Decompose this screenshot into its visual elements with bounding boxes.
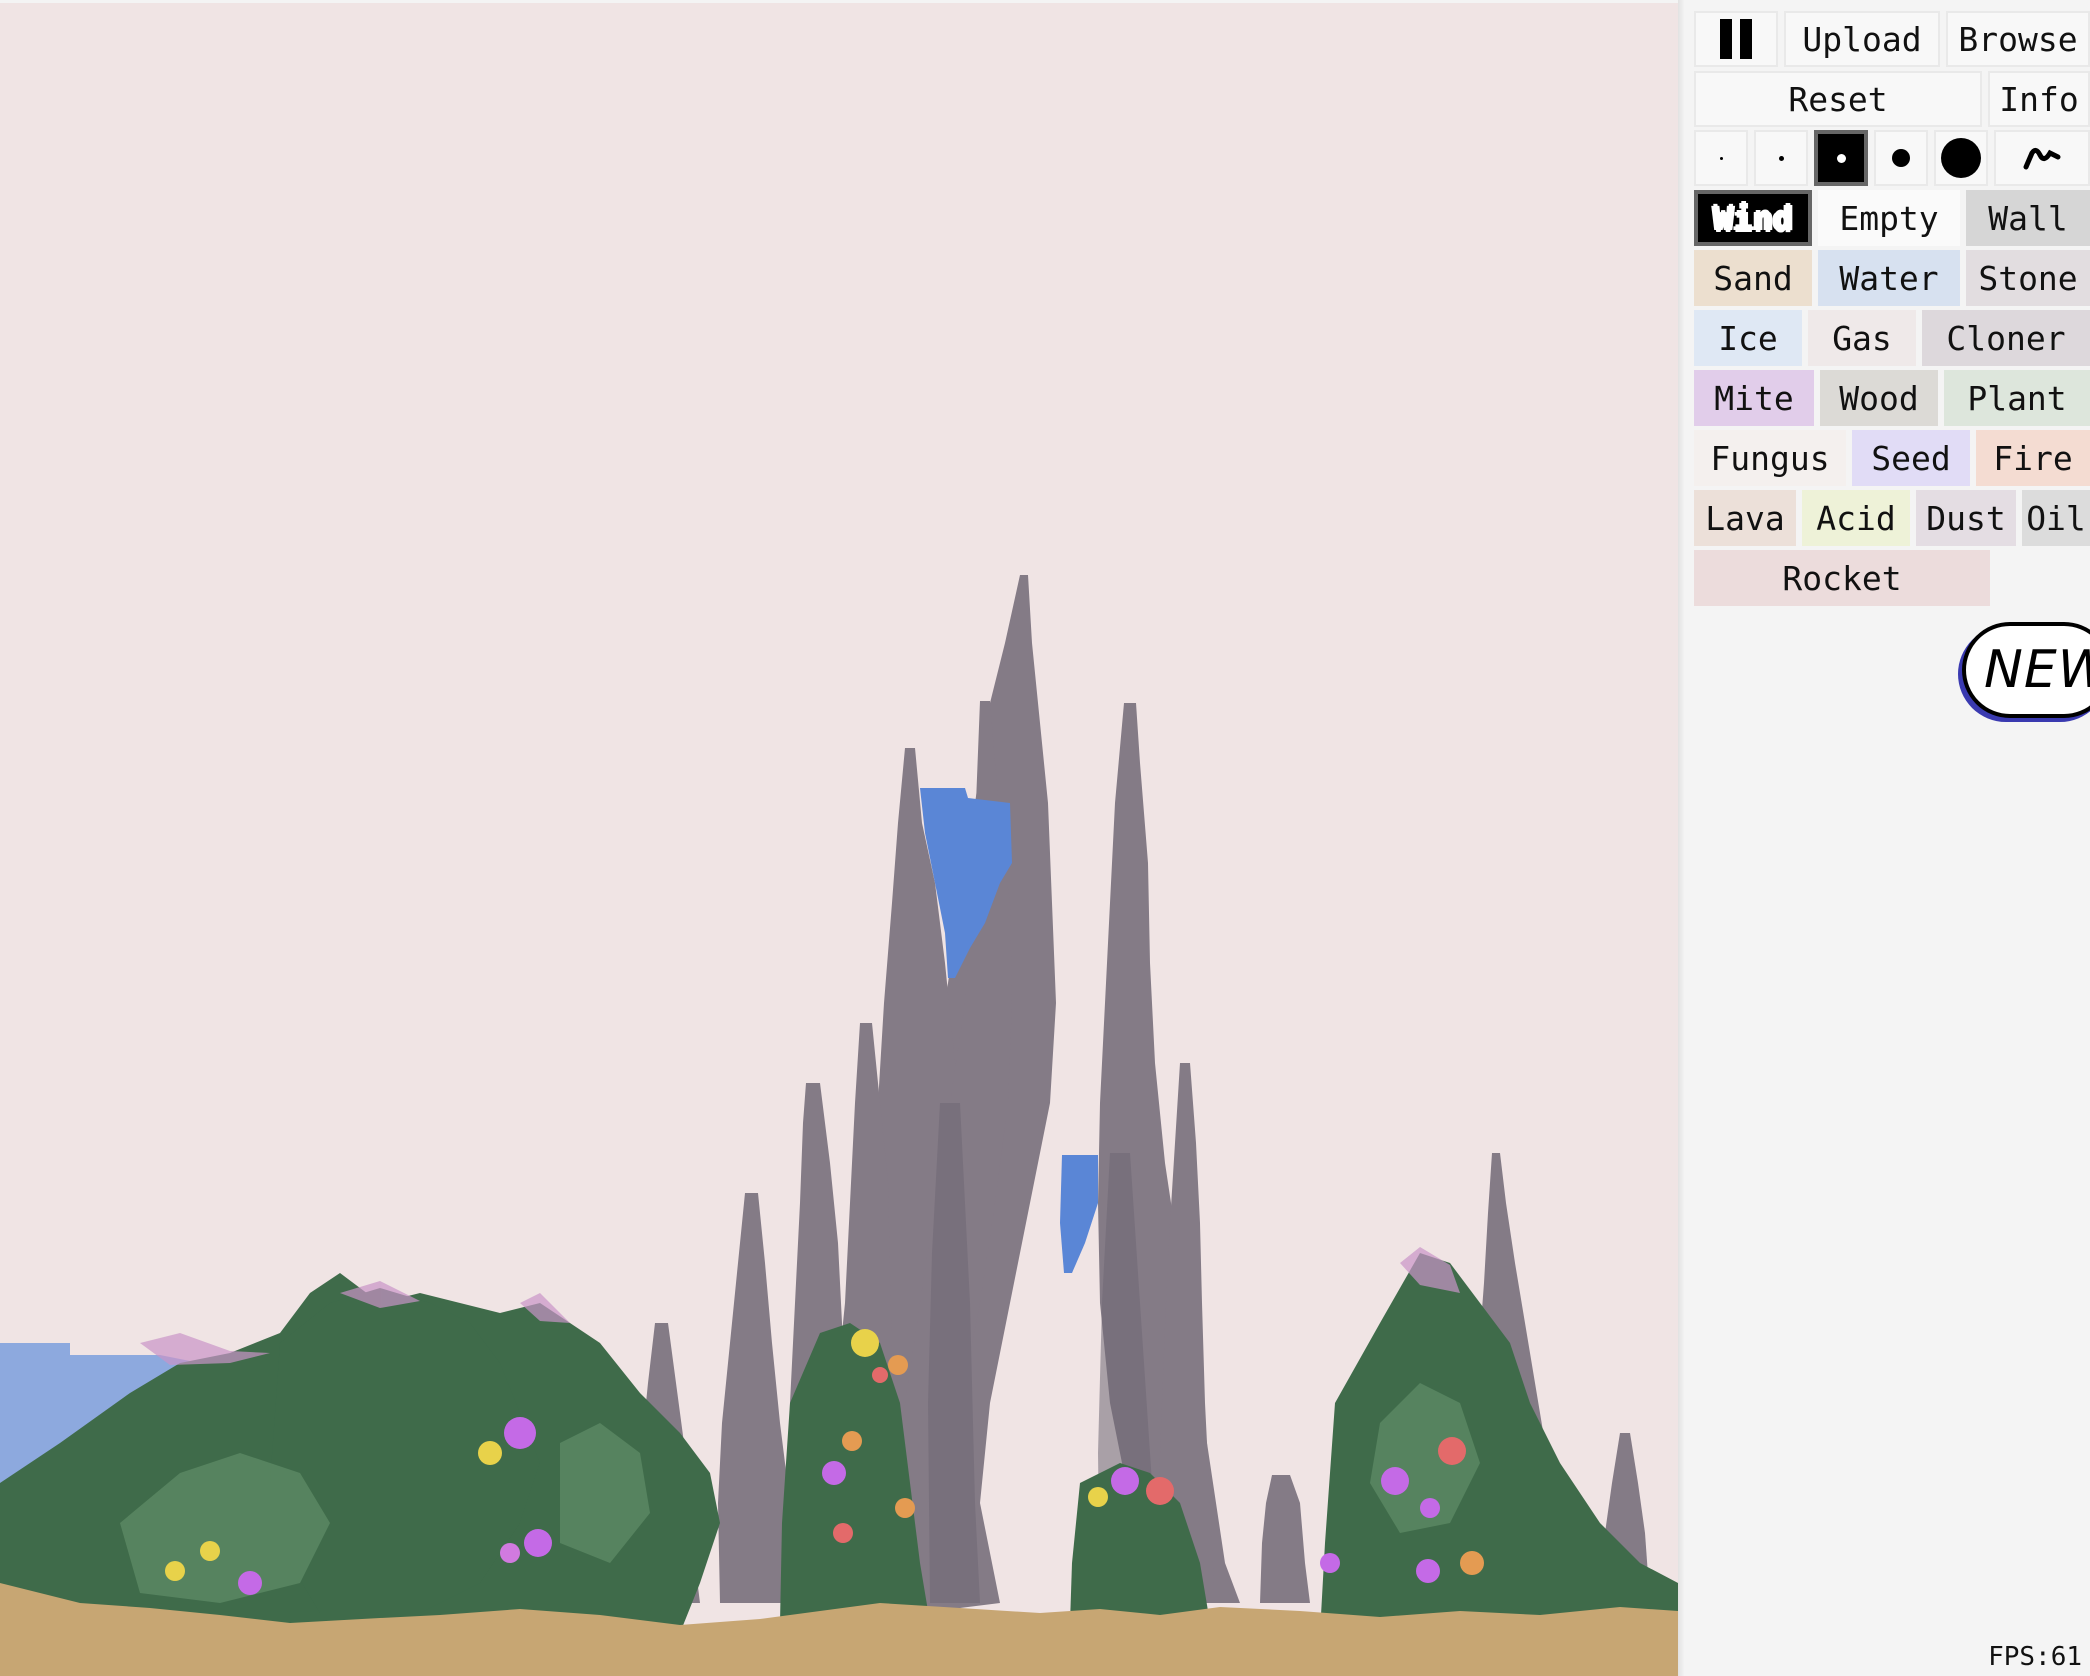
element-fungus-button[interactable]: Fungus [1694,430,1846,486]
element-mite-button[interactable]: Mite [1694,370,1814,426]
brush-size-4[interactable] [1874,130,1928,186]
simulation-scene [0,3,1678,1676]
element-sand-button[interactable]: Sand [1694,250,1812,306]
element-gas-button[interactable]: Gas [1808,310,1916,366]
element-dust-button[interactable]: Dust [1916,490,2016,546]
brush-freeform[interactable] [1994,130,2090,186]
element-wind-button[interactable]: Wind [1694,190,1812,246]
element-cloner-button[interactable]: Cloner [1922,310,2090,366]
brush-size-3[interactable] [1814,130,1868,186]
brush-size-2[interactable] [1754,130,1808,186]
brush-size-5[interactable] [1934,130,1988,186]
element-ice-button[interactable]: Ice [1694,310,1802,366]
element-rocket-button[interactable]: Rocket [1694,550,1990,606]
reset-button[interactable]: Reset [1694,71,1982,127]
element-plant-button[interactable]: Plant [1944,370,2090,426]
element-fire-button[interactable]: Fire [1976,430,2090,486]
element-acid-button[interactable]: Acid [1802,490,1910,546]
browse-button[interactable]: Browse [1946,11,2090,67]
pause-button[interactable] [1694,11,1778,67]
element-wood-button[interactable]: Wood [1820,370,1938,426]
brush-size-1[interactable] [1694,130,1748,186]
pause-icon [1720,19,1752,59]
element-empty-button[interactable]: Empty [1818,190,1960,246]
squiggle-icon [2023,147,2061,170]
fps-counter: FPS:61 [1982,1640,2088,1674]
element-stone-button[interactable]: Stone [1966,250,2090,306]
info-button[interactable]: Info [1988,71,2090,127]
element-seed-button[interactable]: Seed [1852,430,1970,486]
control-panel: Upload Browse Reset Info Wind Empty Wall Sa… [1684,0,2090,1676]
sandspiel-app: Upload Browse Reset Info Wind Empty Wall Sa… [0,0,2090,1676]
simulation-canvas[interactable] [0,3,1678,1676]
element-oil-button[interactable]: Oil [2022,490,2090,546]
new-badge[interactable]: NEW [1962,622,2090,718]
element-water-button[interactable]: Water [1818,250,1960,306]
upload-button[interactable]: Upload [1784,11,1940,67]
element-wall-button[interactable]: Wall [1966,190,2090,246]
element-lava-button[interactable]: Lava [1694,490,1796,546]
